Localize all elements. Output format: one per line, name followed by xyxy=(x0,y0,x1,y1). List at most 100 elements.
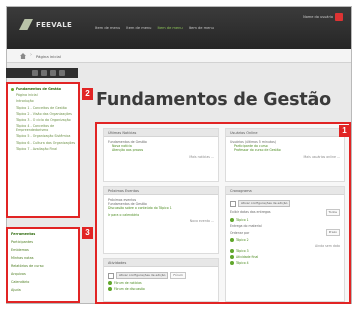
online-users-panel: Usuários Online Usuários (últimos 5 minu… xyxy=(225,128,345,182)
chevron-right-icon: › xyxy=(30,52,32,58)
nav-item[interactable]: Tópico 7 - Avaliação Final xyxy=(11,147,76,151)
task-icon xyxy=(230,237,234,242)
close-icon[interactable] xyxy=(59,70,65,76)
activity-select[interactable]: Fórum xyxy=(170,272,186,279)
dock-icon[interactable] xyxy=(32,70,38,76)
nav-item[interactable]: Tópico 4 - Conceitos de Empreendedorismo xyxy=(11,124,76,132)
nav-item[interactable]: Introdução xyxy=(11,99,76,103)
callout-badge-2: 2 xyxy=(82,88,93,100)
callout-badge-1: 1 xyxy=(339,125,350,137)
avatar[interactable] xyxy=(335,13,343,21)
nav-item-label: Tópico 6 - Cultura das Organizações xyxy=(16,140,76,145)
link-ajuda[interactable]: Ajuda xyxy=(11,288,75,292)
more-users-link[interactable]: Mais usuários online ... xyxy=(230,155,340,159)
top-header: FEEVALE Item de menu Item de menu Item d… xyxy=(7,7,351,49)
nav-item[interactable]: Tópico 6 - Cultura das Organizações xyxy=(11,141,76,145)
logo-icon xyxy=(19,19,33,30)
schedule-item: Atividade final xyxy=(236,254,259,259)
forum-icon xyxy=(108,286,112,291)
task-icon xyxy=(230,217,234,222)
panel-title: Cronograma xyxy=(226,187,344,195)
forum-icon xyxy=(108,281,112,285)
event-item[interactable]: Discussão sobre o conteúdo do Tópico 1 xyxy=(108,206,214,210)
home-icon[interactable] xyxy=(20,53,26,59)
top-nav-item[interactable]: Item de menu xyxy=(95,26,120,30)
link-calendario[interactable]: Calendário xyxy=(11,280,75,284)
nav-item[interactable]: Página inicial xyxy=(11,93,76,97)
news-item[interactable]: Atenção aos prazos xyxy=(108,148,214,152)
nav-item[interactable]: Tópico 1 - Conceitos de Gestão xyxy=(11,106,76,110)
nav-item-label: Página inicial xyxy=(16,93,38,98)
nav-item-label: Tópico 5 - Organização Sistêmica xyxy=(16,134,71,139)
sort-select[interactable]: Prazo xyxy=(325,229,340,237)
online-user[interactable]: Professor do curso de Gestão xyxy=(230,148,340,152)
link-emblemas[interactable]: Emblemas xyxy=(11,248,75,252)
list-item[interactable]: Atividade final xyxy=(230,254,340,259)
callout-badge-3: 3 xyxy=(82,227,93,239)
top-nav-item[interactable]: Item de menu xyxy=(126,26,151,30)
nav-item-label: Tópico 1 - Conceitos de Gestão xyxy=(16,105,67,110)
nav-item-label: Tópico 2 - Visão das Organizações xyxy=(16,111,72,116)
link-arquivos[interactable]: Arquivos xyxy=(11,272,75,276)
events-panel: Próximos Eventos Próximos eventos Fundam… xyxy=(103,186,219,254)
logo-text: FEEVALE xyxy=(36,20,73,29)
nav-item[interactable]: Tópico 2 - Visão das Organizações xyxy=(11,112,76,116)
top-nav: Item de menu Item de menu Item de menu I… xyxy=(95,26,214,30)
nav-item-label: Tópico 4 - Conceitos de Empreendedorismo xyxy=(16,124,55,133)
task-icon xyxy=(230,260,234,265)
new-event-link[interactable]: Novo evento ... xyxy=(108,219,214,223)
user-name: Nome do usuário xyxy=(303,15,333,19)
list-item[interactable]: Tópico 1 xyxy=(230,217,340,222)
filter-select[interactable]: Todos xyxy=(325,209,340,216)
bullet-icon xyxy=(11,87,14,91)
nav-item-label: Tópico 7 - Avaliação Final xyxy=(16,146,58,151)
list-item[interactable]: Fórum de notícias xyxy=(108,281,214,285)
panel-title: Próximos Eventos xyxy=(104,187,218,195)
schedule-panel: Cronograma Ativar configurações de ediçã… xyxy=(225,186,345,302)
top-nav-item[interactable]: Item de menu xyxy=(157,26,182,30)
list-item[interactable]: Tópico 4 xyxy=(230,260,340,265)
link-relatorios[interactable]: Relatórios de curso xyxy=(11,264,75,268)
sort-label: Ordenar por xyxy=(230,230,250,235)
navigation-block: Fundamentos de Gestão Página inicial Int… xyxy=(6,82,80,218)
sidebar-toolbar xyxy=(6,68,78,78)
panel-title: Usuários Online xyxy=(226,129,344,137)
nav-item[interactable]: Tópico 5 - Organização Sistêmica xyxy=(11,134,76,138)
more-news-link[interactable]: Mais notícias ... xyxy=(108,155,214,159)
link-participantes[interactable]: Participantes xyxy=(11,240,75,244)
settings-icon[interactable] xyxy=(50,70,56,76)
breadcrumb-current[interactable]: Página inicial xyxy=(36,54,61,59)
status-text: Ainda sem data xyxy=(315,243,340,248)
breadcrumb: › Página inicial xyxy=(7,49,351,63)
edit-settings-button[interactable]: Ativar configurações de edição xyxy=(116,272,169,279)
edit-checkbox[interactable] xyxy=(108,272,114,279)
edit-checkbox[interactable] xyxy=(230,200,236,207)
link-ferramentas[interactable]: Ferramentas xyxy=(11,232,75,236)
nav-item-label: Introdução xyxy=(16,99,34,104)
user-menu[interactable]: Nome do usuário xyxy=(303,13,343,21)
task-icon xyxy=(230,254,234,259)
nav-item[interactable]: Tópico 3 - O ciclo da Organização xyxy=(11,118,76,122)
main-content-block: Últimas Notícias Fundamentos de Gestão N… xyxy=(95,122,351,304)
site-logo[interactable]: FEEVALE xyxy=(19,19,72,30)
top-nav-item[interactable]: Item de menu xyxy=(189,26,214,30)
calendar-link[interactable]: Ir para o calendário xyxy=(108,213,214,217)
page-title: Fundamentos de Gestão xyxy=(96,90,331,110)
links-block: Ferramentas Participantes Emblemas Minha… xyxy=(6,227,80,303)
list-item[interactable]: Tópico 3 xyxy=(230,249,340,254)
filter-label: Exibir datas das entregas xyxy=(230,210,271,215)
schedule-item: Tópico 3 xyxy=(236,249,249,254)
list-item[interactable]: Tópico 2 xyxy=(230,237,340,242)
schedule-item: Tópico 1 xyxy=(236,217,249,222)
nav-item-course[interactable]: Fundamentos de Gestão xyxy=(11,87,76,91)
activity-label: Fórum de notícias xyxy=(114,281,142,285)
list-item[interactable]: Fórum de discussão xyxy=(108,286,214,291)
nav-item-label: Fundamentos de Gestão xyxy=(16,87,62,91)
task-icon xyxy=(230,249,234,254)
move-icon[interactable] xyxy=(41,70,47,76)
schedule-item: Tópico 4 xyxy=(236,260,249,265)
edit-settings-button[interactable]: Ativar configurações de edição xyxy=(238,200,291,207)
link-notas[interactable]: Minhas notas xyxy=(11,256,75,260)
news-panel: Últimas Notícias Fundamentos de Gestão N… xyxy=(103,128,219,182)
panel-title: Atividades xyxy=(104,259,218,267)
